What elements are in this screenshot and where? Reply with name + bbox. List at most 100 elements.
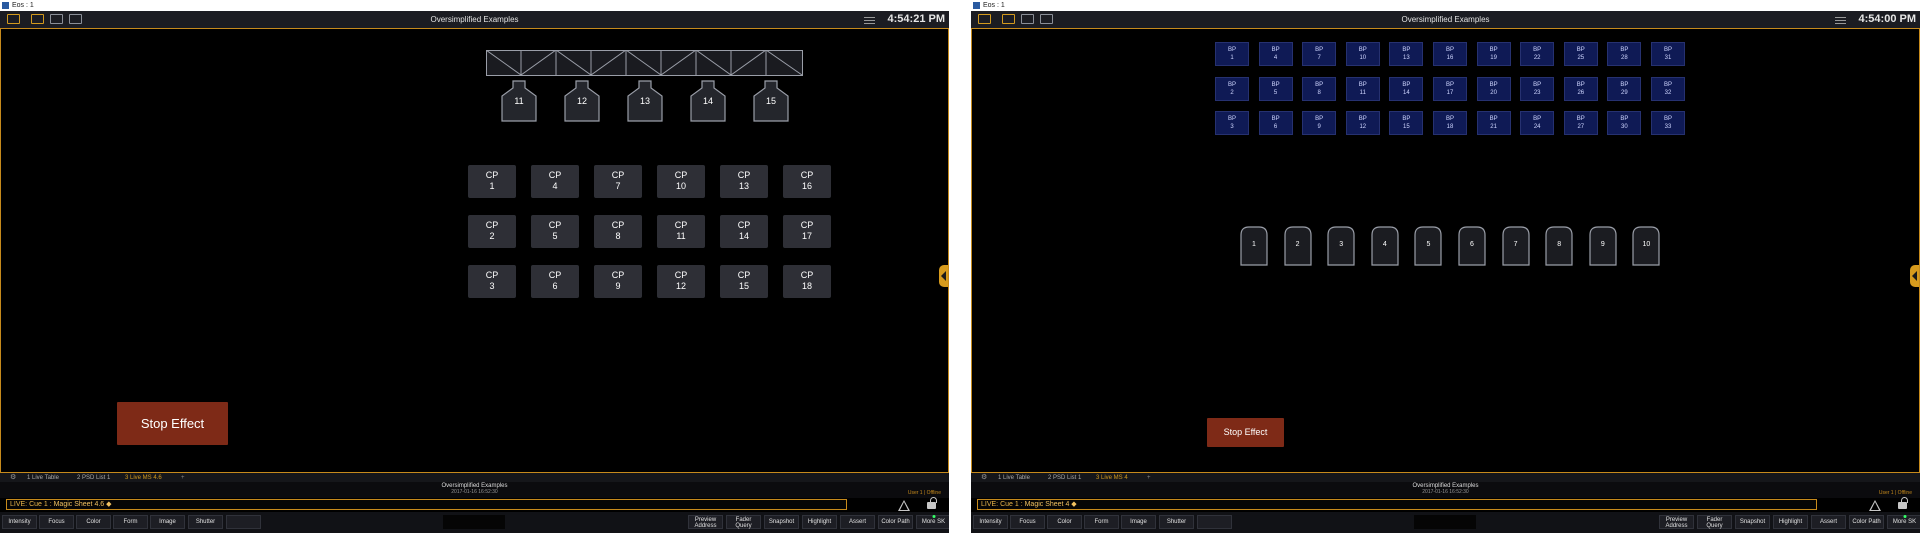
cp-button[interactable]: CP 1 (468, 165, 516, 198)
softkey-blank[interactable] (226, 515, 261, 529)
drum-1[interactable]: 1 (1240, 226, 1268, 266)
bp-button[interactable]: BP 10 (1345, 42, 1380, 66)
bp-button[interactable]: BP 11 (1345, 76, 1380, 101)
softkey-intensity[interactable]: Intensity (2, 515, 37, 529)
softkey-color-path[interactable]: Color Path (1849, 515, 1884, 529)
grid-icon[interactable] (864, 15, 875, 24)
bp-button[interactable]: BP 25 (1563, 42, 1598, 66)
bp-button[interactable]: BP 2 (1215, 76, 1249, 101)
bp-button[interactable]: BP 8 (1302, 76, 1337, 101)
warning-icon[interactable] (1869, 500, 1881, 511)
cp-button[interactable]: CP 14 (720, 215, 768, 248)
bp-button[interactable]: BP 12 (1345, 111, 1380, 135)
drum-8[interactable]: 8 (1545, 226, 1573, 266)
gear-icon[interactable]: ⚙ (10, 474, 16, 481)
softkey-highlight[interactable]: Highlight (802, 515, 837, 529)
drum-10[interactable]: 10 (1632, 226, 1660, 266)
softkey-color[interactable]: Color (76, 515, 111, 529)
drum-5[interactable]: 5 (1414, 226, 1442, 266)
lamp-13[interactable]: 13 (627, 80, 663, 122)
bp-button[interactable]: BP 28 (1607, 42, 1642, 66)
tab-live-table[interactable]: 1 Live Table (27, 474, 59, 482)
bp-button[interactable]: BP 6 (1258, 111, 1293, 135)
cp-button[interactable]: CP 4 (531, 165, 579, 198)
tab-live-ms[interactable]: 3 Live MS 4.6 (125, 474, 162, 482)
side-expand-tab[interactable] (1910, 265, 1919, 287)
bp-button[interactable]: BP 18 (1433, 111, 1467, 135)
cp-button[interactable]: CP 17 (783, 215, 831, 248)
bp-button[interactable]: BP 33 (1651, 111, 1685, 135)
bp-button[interactable]: BP 31 (1651, 42, 1685, 66)
cp-button[interactable]: CP 10 (657, 165, 705, 198)
lamp-12[interactable]: 12 (564, 80, 600, 122)
bp-button[interactable]: BP 16 (1433, 42, 1467, 66)
cp-button[interactable]: CP 13 (720, 165, 768, 198)
softkey-intensity[interactable]: Intensity (973, 515, 1008, 529)
drum-6[interactable]: 6 (1458, 226, 1486, 266)
bp-button[interactable]: BP 20 (1476, 76, 1511, 101)
bp-button[interactable]: BP 30 (1607, 111, 1642, 135)
gear-icon[interactable]: ⚙ (981, 474, 987, 481)
lock-icon[interactable] (927, 497, 937, 509)
grid-icon[interactable] (1835, 15, 1846, 24)
bp-button[interactable]: BP 1 (1215, 42, 1249, 66)
bp-button[interactable]: BP 3 (1215, 111, 1249, 135)
lamp-15[interactable]: 15 (753, 80, 789, 122)
bp-button[interactable]: BP 32 (1651, 76, 1685, 101)
softkey-more-sk[interactable]: More SK (1887, 515, 1920, 529)
bp-button[interactable]: BP 24 (1520, 111, 1555, 135)
cp-button[interactable]: CP 2 (468, 215, 516, 248)
side-expand-tab[interactable] (939, 265, 948, 287)
cp-button[interactable]: CP 7 (594, 165, 642, 198)
bp-button[interactable]: BP 7 (1302, 42, 1337, 66)
cp-button[interactable]: CP 6 (531, 265, 579, 298)
softkey-assert[interactable]: Assert (1811, 515, 1846, 529)
bp-button[interactable]: BP 26 (1563, 76, 1598, 101)
bp-button[interactable]: BP 21 (1476, 111, 1511, 135)
cp-button[interactable]: CP 11 (657, 215, 705, 248)
warning-icon[interactable] (898, 500, 910, 511)
softkey-fader-query[interactable]: Fader Query (726, 515, 761, 529)
bp-button[interactable]: BP 22 (1520, 42, 1555, 66)
bp-button[interactable]: BP 17 (1433, 76, 1467, 101)
bp-button[interactable]: BP 15 (1389, 111, 1424, 135)
softkey-preview-address[interactable]: Preview Address (1659, 515, 1694, 529)
softkey-color-path[interactable]: Color Path (878, 515, 913, 529)
bp-button[interactable]: BP 9 (1302, 111, 1337, 135)
add-tab-button[interactable]: + (1147, 474, 1151, 482)
softkey-image[interactable]: Image (1121, 515, 1156, 529)
drum-2[interactable]: 2 (1283, 226, 1312, 266)
softkey-form[interactable]: Form (113, 515, 148, 529)
tab-psd-list[interactable]: 2 PSD List 1 (1048, 474, 1081, 482)
lamp-11[interactable]: 11 (501, 80, 537, 122)
drum-3[interactable]: 3 (1327, 226, 1355, 266)
add-tab-button[interactable]: + (181, 474, 185, 482)
softkey-focus[interactable]: Focus (39, 515, 74, 529)
bp-button[interactable]: BP 27 (1563, 111, 1598, 135)
cp-button[interactable]: CP 8 (594, 215, 642, 248)
softkey-image[interactable]: Image (150, 515, 185, 529)
command-line[interactable]: LIVE: Cue 1 : Magic Sheet 4.6 ◆ (6, 499, 847, 510)
stop-effect-button[interactable]: Stop Effect (117, 402, 228, 445)
softkey-highlight[interactable]: Highlight (1773, 515, 1808, 529)
cp-button[interactable]: CP 18 (783, 265, 831, 298)
bp-button[interactable]: BP 23 (1520, 76, 1555, 101)
cp-button[interactable]: CP 16 (783, 165, 831, 198)
command-line[interactable]: LIVE: Cue 1 : Magic Sheet 4 ◆ (977, 499, 1817, 510)
softkey-form[interactable]: Form (1084, 515, 1119, 529)
tab-live-ms[interactable]: 3 Live MS 4 (1096, 474, 1128, 482)
softkey-assert[interactable]: Assert (840, 515, 875, 529)
bp-button[interactable]: BP 4 (1258, 42, 1293, 66)
softkey-fader-query[interactable]: Fader Query (1697, 515, 1732, 529)
lock-icon[interactable] (1898, 497, 1908, 509)
stop-effect-button[interactable]: Stop Effect (1207, 418, 1284, 447)
softkey-blank[interactable] (1197, 515, 1232, 529)
tab-live-table[interactable]: 1 Live Table (998, 474, 1030, 482)
softkey-more-sk[interactable]: More SK (916, 515, 949, 529)
softkey-preview-address[interactable]: Preview Address (688, 515, 723, 529)
bp-button[interactable]: BP 19 (1476, 42, 1511, 66)
cp-button[interactable]: CP 15 (720, 265, 768, 298)
bp-button[interactable]: BP 29 (1607, 76, 1642, 101)
cp-button[interactable]: CP 9 (594, 265, 642, 298)
bp-button[interactable]: BP 5 (1258, 76, 1293, 101)
